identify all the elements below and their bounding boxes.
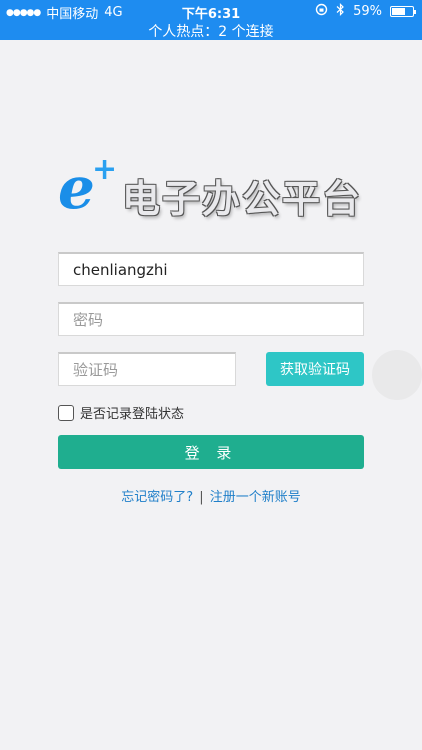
status-bar: ●●●●● 中国移动 4G 下午6:31 59% 个人热点：2 个连接: [0, 0, 422, 40]
register-link[interactable]: 注册一个新账号: [210, 490, 301, 505]
orientation-lock-icon: [315, 3, 328, 20]
remember-checkbox[interactable]: [58, 404, 74, 421]
status-row: ●●●●● 中国移动 4G 下午6:31 59%: [0, 2, 422, 22]
bluetooth-icon: [336, 3, 345, 20]
username-input[interactable]: [58, 252, 364, 286]
link-separator: |: [199, 490, 204, 505]
status-right: 59%: [315, 3, 416, 20]
logo-e-icon: e: [58, 154, 95, 222]
forgot-password-link[interactable]: 忘记密码了?: [121, 490, 193, 505]
assistive-touch-button[interactable]: [372, 350, 422, 400]
logo-plus-icon: +: [92, 152, 118, 187]
battery-percent: 59%: [353, 4, 382, 19]
battery-level-fill: [392, 8, 405, 15]
hotspot-banner[interactable]: 个人热点：2 个连接: [0, 21, 422, 41]
app-title: 电子办公平台: [122, 177, 363, 221]
footer-links: 忘记密码了? | 注册一个新账号: [0, 486, 422, 505]
get-code-button[interactable]: 获取验证码: [266, 352, 364, 386]
battery-icon: [390, 6, 416, 17]
verification-code-input[interactable]: [58, 352, 236, 386]
remember-login-option[interactable]: 是否记录登陆状态: [58, 403, 184, 422]
app-logo: e + 电子办公平台: [58, 152, 368, 222]
login-button[interactable]: 登 录: [58, 435, 364, 469]
password-input[interactable]: [58, 302, 364, 336]
remember-label: 是否记录登陆状态: [80, 407, 185, 422]
